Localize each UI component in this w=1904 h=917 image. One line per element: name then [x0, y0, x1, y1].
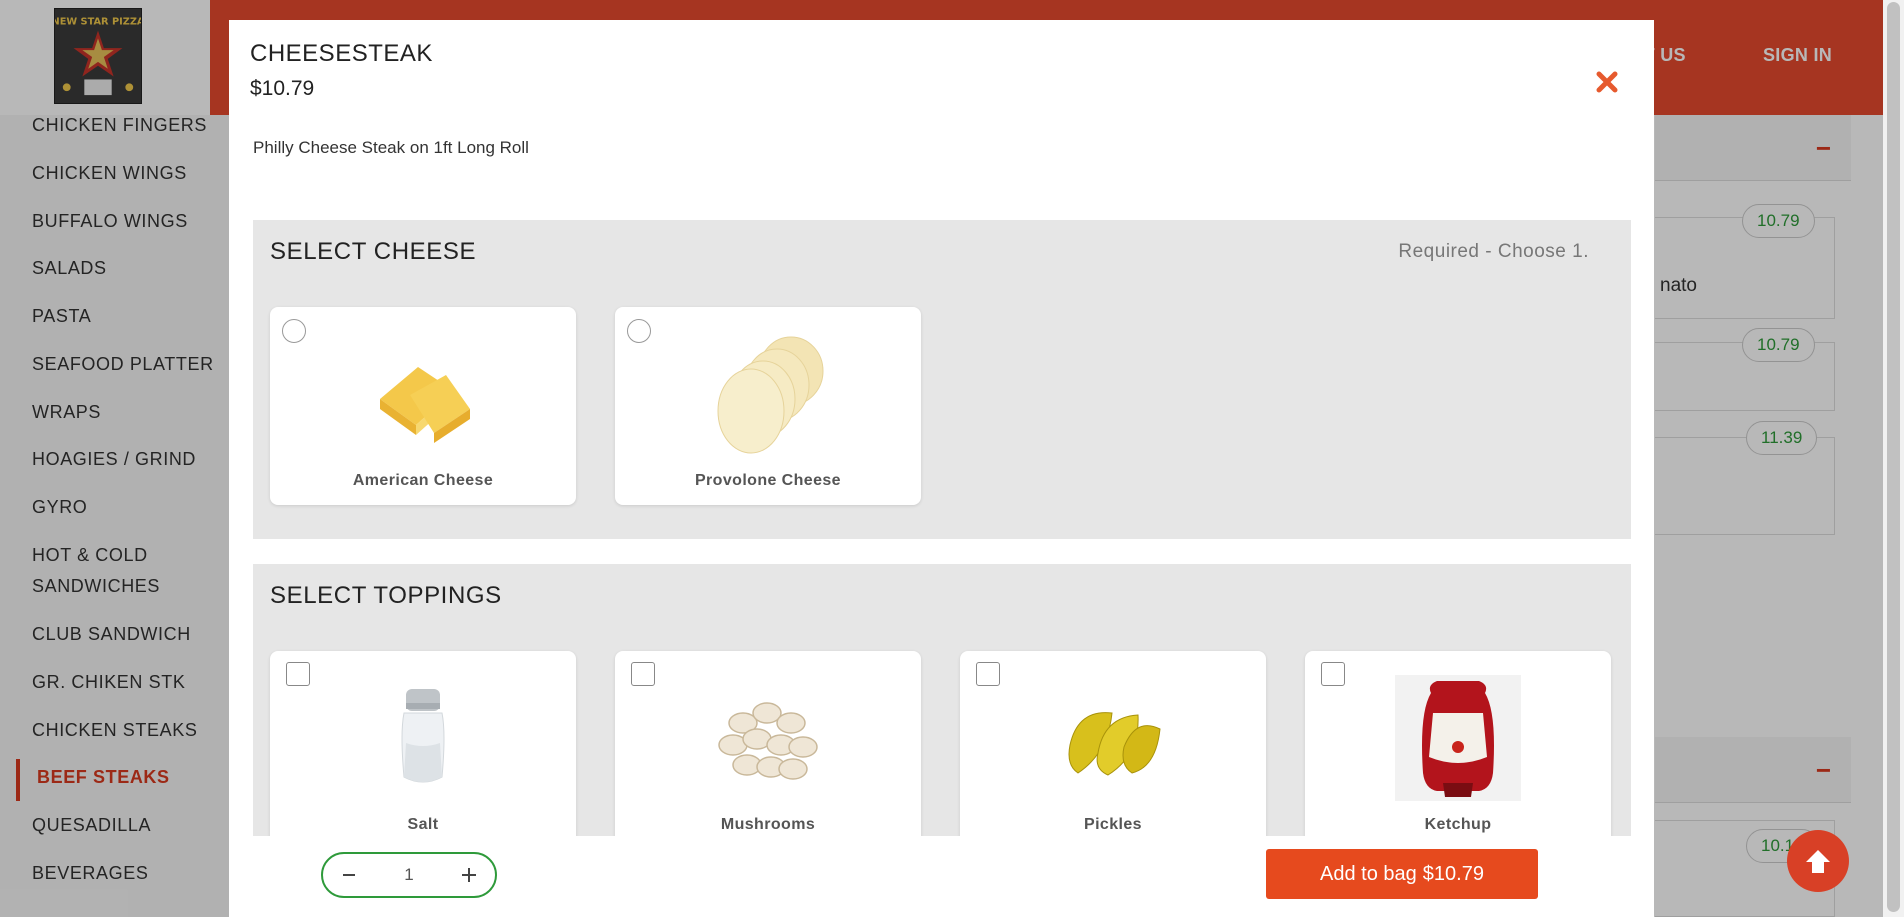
increase-quantity-button[interactable]	[457, 863, 481, 887]
modal-item-title: CHEESESTEAK	[250, 40, 433, 67]
quantity-value[interactable]: 1	[404, 865, 413, 885]
toppings-options-section: SELECT TOPPINGS Salt Mushrooms Pickles K…	[253, 564, 1631, 854]
american-cheese-label: American Cheese	[352, 472, 494, 489]
close-button[interactable]	[1585, 60, 1629, 104]
scroll-to-top-button[interactable]	[1787, 830, 1849, 892]
arrow-up-icon	[1806, 850, 1830, 873]
ketchup-checkbox[interactable]	[1321, 662, 1345, 686]
cheese-options-section: SELECT CHEESE Required - Choose 1. Ameri…	[253, 220, 1631, 539]
modal-item-price: $10.79	[250, 77, 315, 100]
minus-icon	[343, 874, 355, 876]
topping-option-mushrooms[interactable]: Mushrooms	[615, 651, 921, 849]
american-cheese-image	[358, 329, 488, 459]
mushrooms-label: Mushrooms	[720, 816, 816, 833]
salt-label: Salt	[407, 816, 439, 833]
salt-shaker-image	[358, 673, 488, 803]
salt-checkbox[interactable]	[286, 662, 310, 686]
cheese-option-american[interactable]: American Cheese	[270, 307, 576, 505]
page-scrollbar[interactable]	[1883, 0, 1904, 917]
quantity-stepper[interactable]: 1	[321, 852, 497, 898]
ketchup-label: Ketchup	[1424, 816, 1492, 833]
ketchup-bottle-image	[1393, 673, 1523, 803]
pickles-checkbox[interactable]	[976, 662, 1000, 686]
provolone-cheese-image	[703, 329, 833, 459]
modal-footer: 1 Add to bag $10.79	[229, 836, 1654, 917]
item-options-modal: CHEESESTEAK $10.79 Philly Cheese Steak o…	[229, 20, 1654, 917]
topping-option-ketchup[interactable]: Ketchup	[1305, 651, 1611, 849]
add-to-bag-price: $10.79	[1422, 862, 1484, 885]
modal-item-description: Philly Cheese Steak on 1ft Long Roll	[253, 138, 529, 157]
scrollbar-thumb[interactable]	[1887, 2, 1900, 912]
decrease-quantity-button[interactable]	[337, 863, 361, 887]
toppings-section-title: SELECT TOPPINGS	[270, 582, 502, 609]
cheese-option-provolone[interactable]: Provolone Cheese	[615, 307, 921, 505]
pickles-label: Pickles	[1084, 816, 1142, 833]
cheese-requirement-note: Required - Choose 1.	[1398, 241, 1589, 262]
add-to-bag-label: Add to bag	[1320, 862, 1417, 885]
mushrooms-image	[703, 673, 833, 803]
page: NEW STAR PIZZA ACT US SIGN IN CHICKEN FI…	[0, 0, 1904, 917]
pickles-image	[1048, 673, 1178, 803]
provolone-cheese-radio[interactable]	[627, 319, 651, 343]
cheese-section-title: SELECT CHEESE	[270, 238, 477, 265]
mushrooms-checkbox[interactable]	[631, 662, 655, 686]
add-to-bag-button[interactable]: Add to bag $10.79	[1266, 849, 1538, 899]
american-cheese-radio[interactable]	[282, 319, 306, 343]
plus-icon	[462, 868, 476, 882]
close-icon	[1596, 71, 1618, 93]
provolone-cheese-label: Provolone Cheese	[694, 472, 841, 489]
topping-option-salt[interactable]: Salt	[270, 651, 576, 849]
topping-option-pickles[interactable]: Pickles	[960, 651, 1266, 849]
